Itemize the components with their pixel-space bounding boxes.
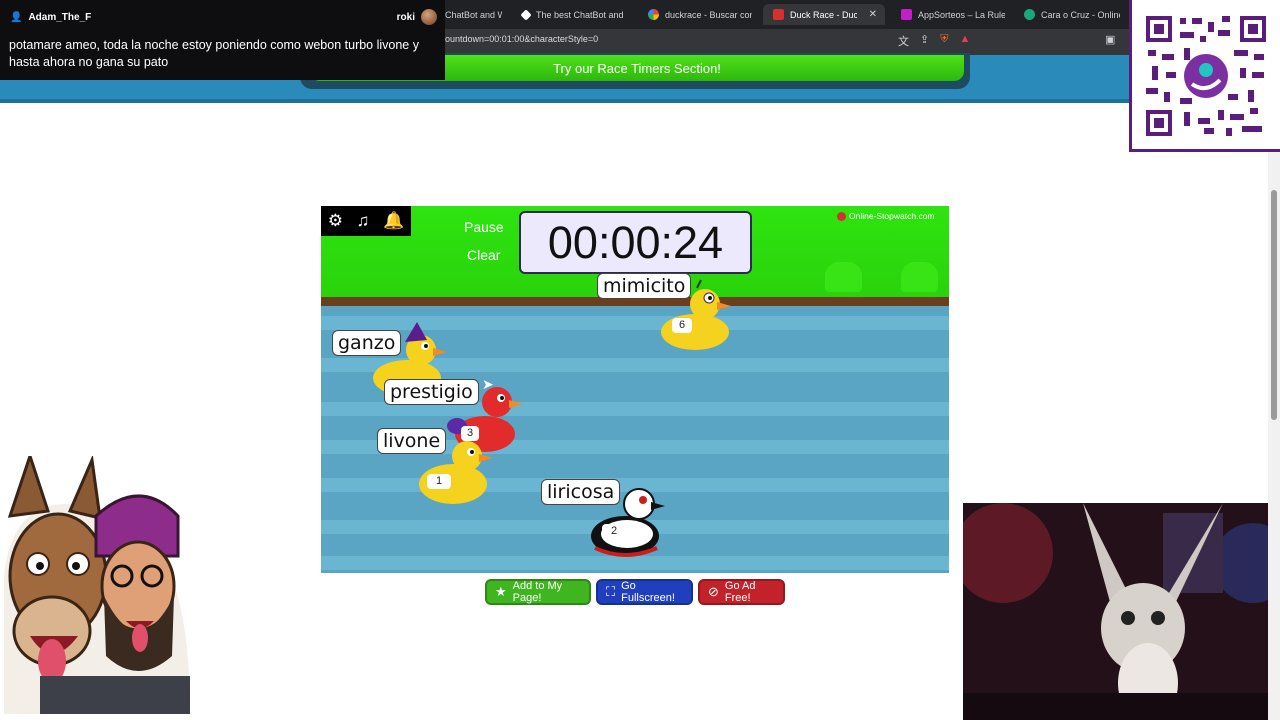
fullscreen-icon: ⛶ xyxy=(606,584,616,599)
page-scrollbar-thumb[interactable] xyxy=(1271,190,1277,420)
brand-text: Online-Stopwatch.com xyxy=(849,211,935,221)
chat-username-text: Adam_The_F xyxy=(28,12,92,23)
race-timer: 00:00:24 xyxy=(519,211,752,274)
duck-race-game[interactable]: ⚙ ♫ 🔔 Pause Clear 00:00:24 Online-Stopwa… xyxy=(321,206,949,573)
duck-number: 1 xyxy=(427,474,451,489)
tab-label: The best ChatBot and Wid xyxy=(536,9,626,20)
duck-name-tag: livone xyxy=(377,428,447,454)
clear-button[interactable]: Clear xyxy=(467,247,500,263)
user-icon: 👤 xyxy=(10,12,23,23)
button-label: Add to My Page! xyxy=(512,580,563,604)
browser-tab[interactable]: duckrace - Buscar con Go xyxy=(638,4,760,25)
tab-favicon-icon xyxy=(901,9,912,20)
sound-bell-icon[interactable]: 🔔 xyxy=(383,211,404,231)
qr-code-icon xyxy=(1144,14,1268,138)
mouse-cursor-icon: ➤ xyxy=(482,376,494,392)
brave-shield-icon[interactable]: ⛨ xyxy=(940,33,948,49)
browser-tab[interactable]: The best ChatBot and Wid xyxy=(512,4,634,25)
duck-number: 2 xyxy=(602,524,626,539)
close-tab-icon[interactable]: ✕ xyxy=(869,9,877,20)
duck-name-tag: ganzo xyxy=(332,330,402,356)
browser-tab[interactable]: Cara o Cruz - Online Tira xyxy=(1014,4,1128,25)
translate-icon[interactable]: 文 xyxy=(898,33,909,49)
duck-name-tag: prestigio xyxy=(384,379,479,405)
tab-favicon-icon xyxy=(1024,9,1035,20)
go-fullscreen-button[interactable]: ⛶ Go Fullscreen! xyxy=(596,579,693,605)
no-ads-icon: ⊘ xyxy=(708,584,719,599)
chat-secondary-user: roki xyxy=(397,9,437,25)
chat-username: 👤 Adam_The_F xyxy=(10,12,91,23)
duck-name-tag: mimicito xyxy=(597,273,692,299)
tab-favicon-icon xyxy=(773,9,784,20)
webcam-image xyxy=(963,503,1280,720)
yape-qr-panel xyxy=(1129,0,1280,152)
toolbar-icons: 文 ⇪ ⛨ ▲ xyxy=(898,33,970,49)
chat-message: potamare ameo, toda la noche estoy ponie… xyxy=(9,38,419,69)
google-icon xyxy=(648,9,659,20)
tab-label: Cara o Cruz - Online Tira xyxy=(1041,9,1120,20)
sidebar-icon[interactable]: ▣ xyxy=(1105,33,1115,46)
avatar xyxy=(421,9,437,25)
game-controls: ⚙ ♫ 🔔 xyxy=(321,206,411,236)
button-label: Go Fullscreen! xyxy=(621,580,675,604)
tab-favicon-icon xyxy=(520,8,532,21)
add-to-my-page-button[interactable]: ★ Add to My Page! xyxy=(485,579,591,605)
webcam-feed xyxy=(963,503,1280,720)
settings-gear-icon[interactable]: ⚙ xyxy=(328,211,343,231)
music-icon[interactable]: ♫ xyxy=(357,211,370,231)
tab-label: ChatBot and Wid xyxy=(445,9,502,20)
duck-number: 6 xyxy=(672,318,692,333)
address-bar[interactable]: ountdown=00:01:00&characterStyle=0 xyxy=(445,34,598,44)
browser-tab-active[interactable]: Duck Race - Duck ✕ xyxy=(763,4,885,25)
browser-tab[interactable]: AppSorteos – La Ruleta de xyxy=(891,4,1013,25)
button-label: Go Ad Free! xyxy=(724,580,756,604)
star-icon: ★ xyxy=(495,584,507,599)
bush xyxy=(901,262,938,292)
tab-label: Duck Race - Duck xyxy=(790,9,857,20)
pause-button[interactable]: Pause xyxy=(464,219,504,235)
tab-label: duckrace - Buscar con Go xyxy=(665,9,752,20)
chat-secondary-name: roki xyxy=(396,11,415,23)
brand-logo[interactable]: Online-Stopwatch.com xyxy=(837,211,935,221)
rewards-icon[interactable]: ▲ xyxy=(959,33,970,49)
chat-overlay: 👤 Adam_The_F roki potamare ameo, toda la… xyxy=(0,0,445,80)
go-ad-free-button[interactable]: ⊘ Go Ad Free! xyxy=(698,579,785,605)
bush xyxy=(825,262,862,292)
stopwatch-logo-icon xyxy=(837,211,846,221)
tab-label: AppSorteos – La Ruleta de xyxy=(918,9,1005,20)
share-icon[interactable]: ⇪ xyxy=(920,33,929,49)
cartoon-donkey-and-streamer-image xyxy=(4,456,190,714)
duck-name-tag: liricosa xyxy=(541,479,621,505)
